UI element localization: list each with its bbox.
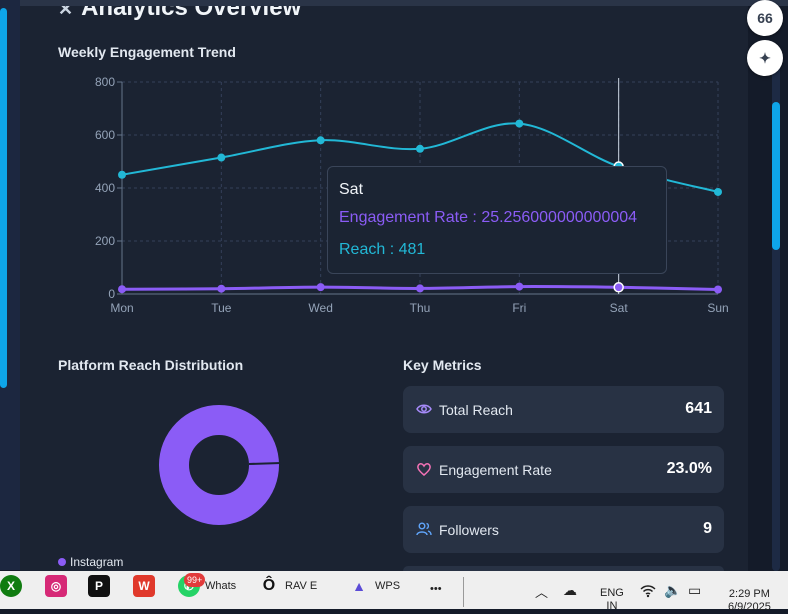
taskbar-p-app[interactable]: P <box>88 575 110 597</box>
x-tick-label: Mon <box>110 301 133 315</box>
outer-scrollbar[interactable] <box>0 8 7 388</box>
taskbar-wps[interactable]: ▲ WPS <box>348 575 400 597</box>
taskbar-divider <box>463 577 464 607</box>
y-tick-label: 0 <box>108 287 115 301</box>
data-point-reach[interactable] <box>416 144 424 153</box>
y-tick-label: 600 <box>95 128 115 142</box>
metric-followers[interactable]: Followers 9 <box>403 506 724 553</box>
chart-tooltip: Sat Engagement Rate : 25.256000000000004… <box>327 166 667 274</box>
x-tick-label: Sat <box>610 301 629 315</box>
taskbar-wps-office[interactable]: W <box>133 575 155 597</box>
eye-icon <box>416 404 432 414</box>
tray-chevron-up-icon[interactable]: ︿ <box>535 582 548 601</box>
whatsapp-label: Whats <box>205 580 237 592</box>
x-tick-label: Wed <box>308 301 332 315</box>
x-tick-label: Tue <box>211 301 232 315</box>
data-point-reach[interactable] <box>515 119 524 128</box>
lang-bottom: IN <box>606 600 618 612</box>
p-app-icon: P <box>88 575 110 597</box>
sparkle-icon: ✦ <box>759 49 771 66</box>
data-point-engagement-rate[interactable] <box>613 282 624 293</box>
card-title-text: Analytics Overview <box>81 6 302 21</box>
y-tick-label: 400 <box>95 181 115 195</box>
wifi-icon[interactable] <box>640 584 656 601</box>
x-tick-label: Fri <box>512 301 526 315</box>
battery-icon[interactable]: ▭ <box>688 582 701 599</box>
lang-top: ENG <box>600 587 624 599</box>
more-apps-button[interactable]: ••• <box>430 583 442 595</box>
sparkle-icon: ✕ <box>58 6 74 19</box>
data-point-reach[interactable] <box>316 136 325 145</box>
taskbar-xbox[interactable]: X <box>0 575 22 597</box>
legend-swatch <box>58 558 66 566</box>
data-point-engagement-rate[interactable] <box>118 285 126 294</box>
donut-legend: Instagram <box>58 555 123 569</box>
x-tick-label: Thu <box>410 301 431 315</box>
data-point-reach[interactable] <box>118 170 126 179</box>
rav-icon: Ô <box>262 577 276 594</box>
weekly-trend-title: Weekly Engagement Trend <box>58 44 236 60</box>
wps-icon: ▲ <box>352 578 366 594</box>
x-tick-label: Sun <box>707 301 728 315</box>
quote-icon: 66 <box>757 10 773 26</box>
outer-sidebar <box>0 0 20 570</box>
data-point-engagement-rate[interactable] <box>714 285 722 294</box>
xbox-icon: X <box>0 575 22 597</box>
metric-value: 641 <box>685 400 712 417</box>
tooltip-engagement: Engagement Rate : 25.256000000000004 <box>339 209 638 226</box>
taskbar-rav[interactable]: Ô RAV E <box>258 575 317 597</box>
more-icon: ••• <box>430 583 442 595</box>
platform-donut-chart[interactable] <box>157 403 281 527</box>
analytics-card: ✕ Analytics Overview Weekly Engagement Tr… <box>20 6 748 571</box>
taskbar-instagram[interactable]: ◎ <box>45 575 67 597</box>
heart-icon <box>417 463 431 476</box>
donut-segment-instagram[interactable] <box>159 405 279 525</box>
metric-value: 9 <box>703 520 712 537</box>
tooltip-day: Sat <box>339 181 364 198</box>
y-tick-label: 800 <box>95 75 115 89</box>
scrollbar-thumb[interactable] <box>772 102 780 250</box>
data-point-engagement-rate[interactable] <box>515 282 524 291</box>
clock[interactable]: 2:29 PM 6/9/2025 <box>728 588 771 614</box>
instagram-icon: ◎ <box>45 575 67 597</box>
clock-time: 2:29 PM <box>728 588 770 600</box>
wps-label: WPS <box>375 580 401 592</box>
key-metrics-title: Key Metrics <box>403 357 482 373</box>
donut-gap <box>248 462 281 465</box>
right-gutter <box>748 6 788 571</box>
taskbar: X ◎ P W ✆ Whats 99+ Ô RAV E ▲ WPS ••• ︿ … <box>0 571 788 613</box>
ai-assist-button[interactable]: ✦ <box>747 40 783 76</box>
metric-label: Engagement Rate <box>439 462 552 478</box>
metric-label: Total Reach <box>439 402 513 418</box>
data-point-reach[interactable] <box>714 187 722 196</box>
onedrive-cloud-icon[interactable]: ☁ <box>563 582 577 599</box>
notification-badge: 99+ <box>184 573 206 587</box>
quote-button[interactable]: 66 <box>747 0 783 36</box>
data-point-reach[interactable] <box>217 153 226 162</box>
tooltip-reach: Reach : 481 <box>339 241 426 258</box>
legend-instagram: Instagram <box>70 555 124 569</box>
wps-office-icon: W <box>133 575 155 597</box>
metric-total-reach[interactable]: Total Reach 641 <box>403 386 724 433</box>
data-point-engagement-rate[interactable] <box>416 284 424 293</box>
card-title: ✕ Analytics Overview <box>58 6 301 22</box>
clock-date: 6/9/2025 <box>728 601 771 613</box>
platform-reach-title: Platform Reach Distribution <box>58 357 244 373</box>
y-tick-label: 200 <box>95 234 115 248</box>
volume-muted-icon[interactable]: 🔈 <box>664 582 681 599</box>
metric-value: 23.0% <box>666 460 712 477</box>
rav-label: RAV E <box>285 580 318 592</box>
data-point-engagement-rate[interactable] <box>316 283 325 292</box>
metric-engagement-rate[interactable]: Engagement Rate 23.0% <box>403 446 724 493</box>
metric-label: Followers <box>439 522 499 538</box>
language-indicator[interactable]: ENG IN <box>600 587 624 613</box>
data-point-engagement-rate[interactable] <box>217 284 226 293</box>
users-icon <box>416 522 432 536</box>
